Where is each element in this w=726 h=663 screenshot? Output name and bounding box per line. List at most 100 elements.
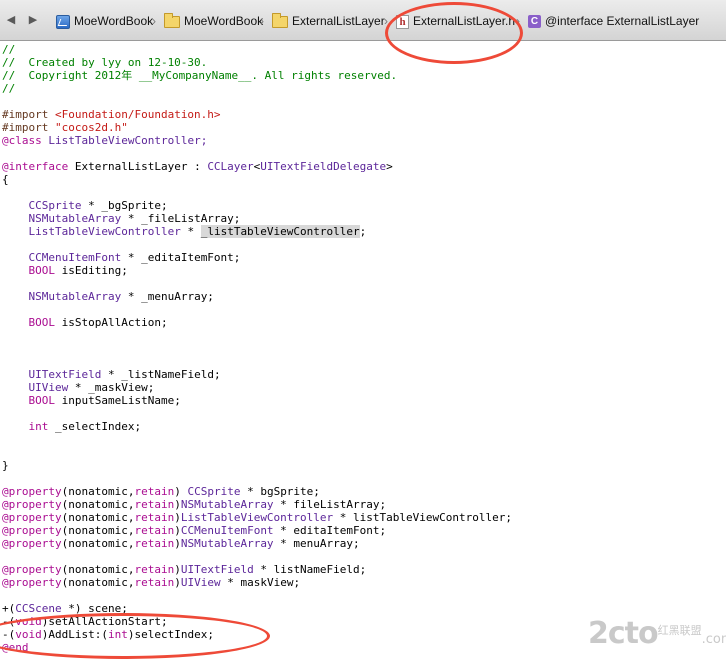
code-token: ) (174, 576, 181, 589)
breadcrumb-label: @interface ExternalListLayer (545, 14, 700, 28)
code-token: (nonatomic, (61, 537, 135, 550)
code-token: retain (134, 498, 175, 511)
code-token: ExternalListLayer : (68, 160, 208, 173)
code-token: CCMenuItemFont (180, 524, 274, 537)
project-icon (56, 14, 70, 29)
code-editor[interactable]: // // Created by lyy on 12-10-30. // Cop… (0, 41, 726, 663)
code-line: @property(nonatomic,retain) CCSprite * b… (2, 485, 320, 498)
breadcrumb-group-moewordbook[interactable]: MoeWordBook (164, 12, 263, 30)
code-token: @property (2, 563, 62, 576)
code-line: NSMutableArray * _fileListArray; (2, 212, 241, 225)
code-token: UIView (28, 381, 69, 394)
code-line: } (2, 459, 9, 472)
code-token: retain (134, 485, 175, 498)
code-line: { (2, 173, 9, 186)
forward-arrow-icon[interactable]: ▶ (26, 13, 40, 27)
code-token: CCScene (15, 602, 62, 615)
code-token: NSMutableArray (28, 290, 122, 303)
code-token: * listTableViewController; (333, 511, 512, 524)
code-token: ListTableViewController (180, 511, 334, 524)
code-token: * menuArray; (273, 537, 360, 550)
code-line: @class ListTableViewController; (2, 134, 207, 147)
class-icon: C (528, 15, 541, 29)
code-token: int (107, 628, 128, 641)
folder-icon (272, 12, 288, 28)
code-token: retain (134, 576, 175, 589)
code-token: * fileListArray; (273, 498, 387, 511)
code-token: retain (134, 563, 175, 576)
code-line: CCSprite * _bgSprite; (2, 199, 168, 212)
code-token: * _editaItemFont; (121, 251, 241, 264)
breadcrumb-group-externallistlayer[interactable]: ExternalListLayer (272, 12, 385, 30)
code-token: NSMutableArray (28, 212, 122, 225)
code-line: UITextField * _listNameField; (2, 368, 221, 381)
code-token: CCLayer (207, 160, 254, 173)
breadcrumb-project[interactable]: MoeWordBook (56, 12, 153, 30)
code-token: @property (2, 498, 62, 511)
breadcrumb-symbol[interactable]: C @interface ExternalListLayer (528, 12, 699, 30)
code-line: CCMenuItemFont * _editaItemFont; (2, 251, 241, 264)
code-token: @class (2, 134, 42, 147)
code-token: CCSprite (28, 199, 82, 212)
code-token: CCSprite (187, 485, 241, 498)
code-token: ; (359, 225, 367, 238)
header-file-icon: h (396, 14, 409, 29)
jump-bar: ◀ ▶ MoeWordBook › MoeWordBook › External… (0, 0, 726, 41)
code-token: )AddList:( (41, 628, 108, 641)
code-token: UITextFieldDelegate (260, 160, 387, 173)
watermark-domain: .com (701, 632, 726, 647)
code-token: ) (174, 563, 181, 576)
code-token: * _maskView; (68, 381, 155, 394)
code-token: @property (2, 485, 62, 498)
breadcrumb-label: ExternalListLayer.h (413, 14, 516, 28)
code-token: ) (174, 537, 181, 550)
folder-icon (164, 12, 180, 28)
code-token: isStopAllAction; (55, 316, 168, 329)
code-token: * maskView; (220, 576, 301, 589)
breadcrumb-separator: › (260, 14, 264, 28)
code-token: @interface (2, 160, 69, 173)
code-line: -(void)setAllActionStart; (2, 615, 168, 628)
code-line: BOOL inputSameListName; (2, 394, 181, 407)
code-line: // Copyright 2012年 __MyCompanyName__. Al… (2, 69, 398, 82)
code-token: NSMutableArray (180, 537, 274, 550)
code-token: * bgSprite; (240, 485, 320, 498)
watermark-text: 2cto (588, 616, 659, 651)
code-token: *) scene; (61, 602, 128, 615)
code-line: int _selectIndex; (2, 420, 142, 433)
code-token: * (180, 225, 201, 238)
code-token: BOOL (28, 264, 56, 277)
highlighted-symbol[interactable]: _listTableViewController (200, 225, 360, 238)
code-token: UITextField (28, 368, 102, 381)
code-token: isEditing; (55, 264, 128, 277)
code-token: ) (174, 524, 181, 537)
back-arrow-icon[interactable]: ◀ (4, 13, 18, 27)
code-line: @property(nonatomic,retain)NSMutableArra… (2, 537, 360, 550)
code-token: retain (134, 511, 175, 524)
code-line: -(void)AddList:(int)selectIndex; (2, 628, 214, 641)
code-token: (nonatomic, (61, 524, 135, 537)
code-token: UITextField (180, 563, 254, 576)
code-line: @property(nonatomic,retain)UIView * mask… (2, 576, 300, 589)
code-token: int (28, 420, 49, 433)
code-line: #import <Foundation/Foundation.h> (2, 108, 221, 121)
code-line: BOOL isEditing; (2, 264, 128, 277)
breadcrumb-label: MoeWordBook (74, 14, 154, 28)
code-token: CCMenuItemFont (28, 251, 122, 264)
code-token: @property (2, 537, 62, 550)
code-token: #import (2, 121, 55, 134)
code-token: inputSameListName; (55, 394, 181, 407)
code-token: (nonatomic, (61, 485, 135, 498)
code-token: @property (2, 576, 62, 589)
breadcrumb-separator: › (152, 14, 156, 28)
breadcrumb-label: MoeWordBook (184, 14, 264, 28)
code-line: @property(nonatomic,retain)NSMutableArra… (2, 498, 386, 511)
code-line: // (2, 43, 16, 56)
breadcrumb-file[interactable]: h ExternalListLayer.h (396, 12, 515, 30)
